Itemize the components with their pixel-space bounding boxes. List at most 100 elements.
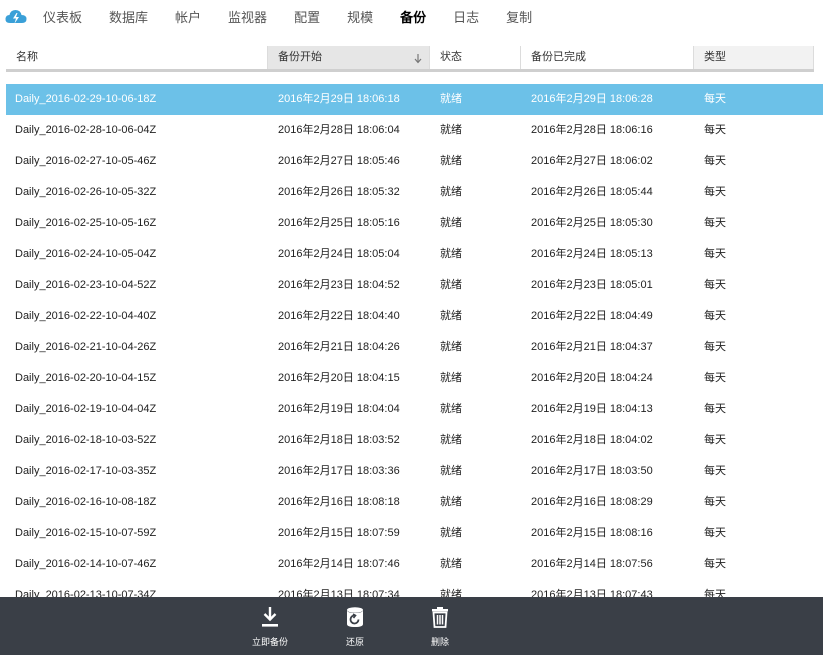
cell-state: 就绪 (440, 465, 462, 477)
cell-type: 每天 (704, 155, 726, 167)
cell-name: Daily_2016-02-20-10-04-15Z (15, 372, 157, 384)
cell-done: 2016年2月28日 18:06:16 (531, 124, 653, 136)
cell-done: 2016年2月16日 18:08:29 (531, 496, 653, 508)
table-row[interactable]: Daily_2016-02-23-10-04-52Z 2016年2月23日 18:… (6, 270, 823, 301)
cell-name: Daily_2016-02-15-10-07-59Z (15, 527, 157, 539)
cell-type: 每天 (704, 279, 726, 291)
delete-label: 删除 (430, 637, 449, 647)
cell-type: 每天 (704, 465, 726, 477)
table-row[interactable]: Daily_2016-02-24-10-05-04Z 2016年2月24日 18:… (6, 239, 823, 270)
nav-tab[interactable]: 仪表板 (43, 1, 82, 35)
nav-tab[interactable]: 日志 (453, 1, 479, 35)
table-row[interactable]: Daily_2016-02-18-10-03-52Z 2016年2月18日 18:… (6, 425, 823, 456)
table-row[interactable]: Daily_2016-02-20-10-04-15Z 2016年2月20日 18:… (6, 363, 823, 394)
table-row[interactable]: Daily_2016-02-28-10-06-04Z 2016年2月28日 18:… (6, 115, 823, 146)
column-header-done[interactable]: 备份已完成 (521, 46, 694, 69)
restore-button[interactable]: 还原 (325, 597, 385, 655)
cell-start: 2016年2月14日 18:07:46 (278, 558, 400, 570)
table-row[interactable]: Daily_2016-02-27-10-05-46Z 2016年2月27日 18:… (6, 146, 823, 177)
cell-name: Daily_2016-02-18-10-03-52Z (15, 434, 157, 446)
nav-tab[interactable]: 监视器 (228, 1, 267, 35)
column-header-label: 备份开始 (278, 51, 322, 63)
backup-now-button[interactable]: 立即备份 (240, 597, 300, 655)
table-row[interactable]: Daily_2016-02-13-10-07-34Z 2016年2月13日 18:… (6, 580, 823, 597)
cell-done: 2016年2月24日 18:05:13 (531, 248, 653, 260)
cell-type: 每天 (704, 496, 726, 508)
cell-start: 2016年2月21日 18:04:26 (278, 341, 400, 353)
cell-name: Daily_2016-02-14-10-07-46Z (15, 558, 157, 570)
cell-state: 就绪 (440, 124, 462, 136)
backup-table-body: Daily_2016-02-29-10-06-18Z 2016年2月29日 18:… (6, 84, 823, 597)
cell-type: 每天 (704, 527, 726, 539)
table-row[interactable]: Daily_2016-02-21-10-04-26Z 2016年2月21日 18:… (6, 332, 823, 363)
table-header: 名称 备份开始 状态 备份已完成 类型 (6, 46, 814, 72)
top-nav: 仪表板 数据库 帐户 监视器 配置 规模 备份 日志 复制 (0, 0, 823, 36)
cell-start: 2016年2月17日 18:03:36 (278, 465, 400, 477)
cell-start: 2016年2月22日 18:04:40 (278, 310, 400, 322)
nav-tab[interactable]: 复制 (506, 1, 532, 35)
cell-done: 2016年2月14日 18:07:56 (531, 558, 653, 570)
table-row[interactable]: Daily_2016-02-15-10-07-59Z 2016年2月15日 18:… (6, 518, 823, 549)
nav-tab[interactable]: 备份 (400, 1, 426, 35)
cell-name: Daily_2016-02-26-10-05-32Z (15, 186, 157, 198)
cloud-lightning-icon[interactable] (5, 8, 27, 26)
table-row[interactable]: Daily_2016-02-17-10-03-35Z 2016年2月17日 18:… (6, 456, 823, 487)
cell-state: 就绪 (440, 341, 462, 353)
cell-done: 2016年2月17日 18:03:50 (531, 465, 653, 477)
table-row[interactable]: Daily_2016-02-25-10-05-16Z 2016年2月25日 18:… (6, 208, 823, 239)
cell-state: 就绪 (440, 403, 462, 415)
cell-start: 2016年2月29日 18:06:18 (278, 93, 400, 105)
cell-state: 就绪 (440, 558, 462, 570)
nav-tabs: 仪表板 数据库 帐户 监视器 配置 规模 备份 日志 复制 (43, 0, 559, 36)
cell-done: 2016年2月26日 18:05:44 (531, 186, 653, 198)
cell-type: 每天 (704, 248, 726, 260)
nav-tab[interactable]: 配置 (294, 1, 320, 35)
cell-type: 每天 (704, 403, 726, 415)
nav-tab[interactable]: 帐户 (175, 1, 201, 35)
table-row[interactable]: Daily_2016-02-16-10-08-18Z 2016年2月16日 18:… (6, 487, 823, 518)
cell-name: Daily_2016-02-22-10-04-40Z (15, 310, 157, 322)
cell-done: 2016年2月20日 18:04:24 (531, 372, 653, 384)
sort-descending-icon (413, 46, 423, 69)
cell-name: Daily_2016-02-13-10-07-34Z (15, 589, 157, 597)
cell-state: 就绪 (440, 527, 462, 539)
cell-type: 每天 (704, 341, 726, 353)
cell-done: 2016年2月22日 18:04:49 (531, 310, 653, 322)
cell-state: 就绪 (440, 279, 462, 291)
backup-now-label: 立即备份 (251, 637, 288, 647)
column-header-label: 状态 (440, 51, 462, 63)
cell-done: 2016年2月29日 18:06:28 (531, 93, 653, 105)
cell-start: 2016年2月27日 18:05:46 (278, 155, 400, 167)
table-row[interactable]: Daily_2016-02-29-10-06-18Z 2016年2月29日 18:… (6, 84, 823, 115)
column-header-name[interactable]: 名称 (6, 46, 268, 69)
cell-done: 2016年2月21日 18:04:37 (531, 341, 653, 353)
cell-start: 2016年2月18日 18:03:52 (278, 434, 400, 446)
cell-name: Daily_2016-02-24-10-05-04Z (15, 248, 157, 260)
cell-name: Daily_2016-02-27-10-05-46Z (15, 155, 157, 167)
command-bar: 立即备份 还原 删除 (0, 597, 823, 655)
cell-name: Daily_2016-02-25-10-05-16Z (15, 217, 157, 229)
table-row[interactable]: Daily_2016-02-19-10-04-04Z 2016年2月19日 18:… (6, 394, 823, 425)
nav-tab[interactable]: 规模 (347, 1, 373, 35)
cell-name: Daily_2016-02-28-10-06-04Z (15, 124, 157, 136)
cell-state: 就绪 (440, 217, 462, 229)
cell-done: 2016年2月13日 18:07:43 (531, 589, 653, 597)
table-row[interactable]: Daily_2016-02-14-10-07-46Z 2016年2月14日 18:… (6, 549, 823, 580)
cell-type: 每天 (704, 124, 726, 136)
cell-start: 2016年2月28日 18:06:04 (278, 124, 400, 136)
cell-type: 每天 (704, 93, 726, 105)
trash-icon (431, 606, 449, 633)
nav-tab[interactable]: 数据库 (109, 1, 148, 35)
column-header-state[interactable]: 状态 (430, 46, 521, 69)
cell-type: 每天 (704, 434, 726, 446)
table-row[interactable]: Daily_2016-02-22-10-04-40Z 2016年2月22日 18:… (6, 301, 823, 332)
column-header-start[interactable]: 备份开始 (268, 46, 430, 69)
column-header-type[interactable]: 类型 (694, 46, 814, 69)
delete-button[interactable]: 删除 (410, 597, 470, 655)
cell-start: 2016年2月26日 18:05:32 (278, 186, 400, 198)
cell-start: 2016年2月15日 18:07:59 (278, 527, 400, 539)
cell-start: 2016年2月16日 18:08:18 (278, 496, 400, 508)
cell-name: Daily_2016-02-29-10-06-18Z (15, 93, 157, 105)
table-row[interactable]: Daily_2016-02-26-10-05-32Z 2016年2月26日 18:… (6, 177, 823, 208)
cell-start: 2016年2月19日 18:04:04 (278, 403, 400, 415)
